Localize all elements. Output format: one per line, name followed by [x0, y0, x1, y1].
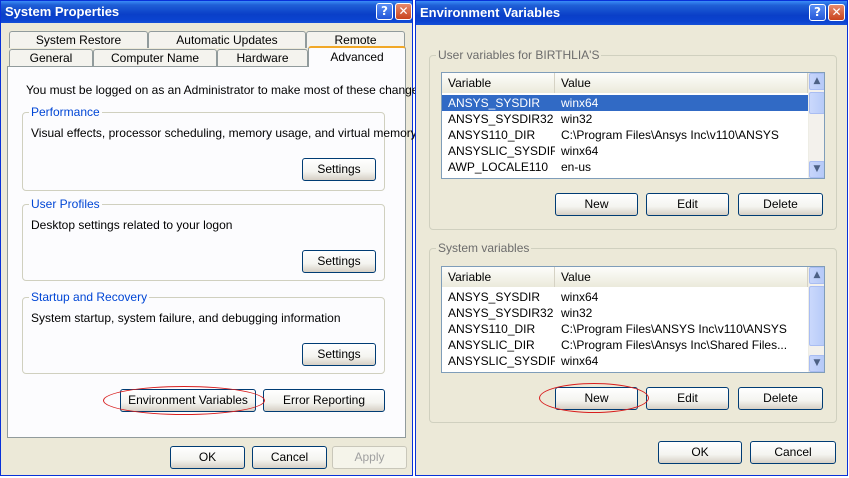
table-row[interactable]: AWP_LOCALE110 en-us: [442, 159, 808, 175]
user-profiles-description: Desktop settings related to your logon: [31, 218, 233, 232]
system-properties-title: System Properties: [5, 4, 120, 19]
variable-value-cell: C:\Program Files\Ansys Inc\v110\ANSYS: [561, 128, 779, 142]
user-profiles-label: User Profiles: [29, 197, 102, 211]
column-value[interactable]: Value: [555, 73, 808, 93]
tab-automatic-updates[interactable]: Automatic Updates: [148, 31, 306, 48]
variable-name-cell: ANSYSLIC_DIR: [448, 338, 535, 352]
system-variables-header: Variable Value: [442, 267, 808, 287]
user-variables-group: User variables for BIRTHLIA'S Variable V…: [429, 48, 837, 230]
variable-value-cell: winx64: [561, 354, 599, 368]
help-icon[interactable]: ?: [376, 3, 393, 20]
scroll-up-icon[interactable]: ▲: [809, 267, 824, 284]
advanced-tab-panel: You must be logged on as an Administrato…: [7, 66, 428, 438]
table-row[interactable]: ANSYS110_DIR C:\Program Files\Ansys Inc\v…: [442, 127, 808, 143]
tab-advanced[interactable]: Advanced: [308, 46, 406, 67]
variable-value-cell: win32: [561, 112, 593, 126]
error-reporting-button[interactable]: Error Reporting: [263, 389, 385, 412]
variable-name-cell: ANSYS_SYSDIR32: [448, 306, 554, 320]
variable-name-cell: ANSYSLIC_SYSDIR: [448, 144, 555, 158]
scroll-thumb[interactable]: [809, 92, 824, 114]
performance-label: Performance: [29, 105, 102, 119]
variable-name-cell: AWP_LOCALE110: [448, 160, 549, 174]
help-icon[interactable]: ?: [809, 4, 826, 21]
performance-group: Performance Visual effects, processor sc…: [22, 105, 417, 191]
variable-value-cell: winx64: [561, 144, 599, 158]
startup-recovery-label: Startup and Recovery: [29, 290, 150, 304]
column-variable[interactable]: Variable: [442, 267, 555, 287]
table-row[interactable]: ANSYS_SYSDIR32 win32: [442, 111, 808, 127]
system-variables-list[interactable]: Variable Value ANSYS_SYSDIR winx64 ANSYS_S…: [441, 266, 825, 373]
user-variables-label: User variables for BIRTHLIA'S: [436, 48, 602, 62]
table-row[interactable]: ANSYSLIC_DIR C:\Program Files\Ansys Inc\S…: [442, 337, 808, 353]
startup-recovery-description: System startup, system failure, and debu…: [31, 311, 341, 325]
system-edit-button[interactable]: Edit: [646, 387, 729, 410]
variable-value-cell: en-us: [561, 160, 592, 174]
environment-variables-button[interactable]: Environment Variables: [120, 389, 256, 412]
variable-name-cell: ANSYSLIC_SYSDIR: [448, 354, 555, 368]
variable-name-cell: ANSYS_SYSDIR32: [448, 112, 554, 126]
tab-general[interactable]: General: [9, 49, 93, 66]
startup-recovery-group: Startup and Recovery System startup, sys…: [22, 290, 385, 374]
column-value[interactable]: Value: [555, 267, 808, 287]
variable-name-cell: ANSYS_SYSDIR: [448, 290, 541, 304]
apply-button[interactable]: Apply: [332, 446, 407, 469]
user-profiles-group: User Profiles Desktop settings related t…: [22, 197, 385, 281]
variable-value-cell: winx64: [561, 290, 599, 304]
system-new-button[interactable]: New: [555, 387, 638, 410]
system-delete-button[interactable]: Delete: [738, 387, 823, 410]
variable-value-cell: winx64: [561, 96, 599, 110]
table-row[interactable]: ANSYS110_DIR C:\Program Files\ANSYS Inc\v…: [442, 321, 808, 337]
admin-notice: You must be logged on as an Administrato…: [26, 83, 428, 97]
environment-variables-titlebar[interactable]: Environment Variables: [416, 1, 847, 25]
tab-computer-name[interactable]: Computer Name: [93, 49, 217, 66]
user-profiles-settings-button[interactable]: Settings: [302, 250, 376, 273]
system-properties-cancel-button[interactable]: Cancel: [252, 446, 327, 469]
user-delete-button[interactable]: Delete: [738, 193, 823, 216]
variable-value-cell: win32: [561, 306, 593, 320]
close-icon[interactable]: ✕: [395, 3, 412, 20]
tab-system-restore[interactable]: System Restore: [9, 31, 148, 48]
variable-name-cell: ANSYS_SYSDIR: [448, 96, 541, 110]
environment-variables-ok-button[interactable]: OK: [658, 441, 742, 464]
tab-hardware[interactable]: Hardware: [217, 49, 308, 66]
environment-variables-title: Environment Variables: [420, 5, 561, 20]
environment-variables-window: Environment Variables ? ✕ User variables…: [415, 0, 848, 476]
system-properties-window: System Properties ? ✕ System Restore Aut…: [0, 0, 428, 476]
scroll-down-icon[interactable]: ▼: [809, 161, 824, 178]
user-variables-list[interactable]: Variable Value ANSYS_SYSDIR winx64 ANSYS_S…: [441, 72, 825, 179]
scroll-down-icon[interactable]: ▼: [809, 355, 824, 372]
table-row[interactable]: ANSYSLIC_SYSDIR winx64: [442, 353, 808, 369]
variable-name-cell: ANSYS110_DIR: [448, 322, 536, 336]
variable-value-cell: C:\Program Files\Ansys Inc\Shared Files.…: [561, 338, 788, 352]
table-row[interactable]: ANSYS_SYSDIR winx64: [442, 289, 808, 305]
column-variable[interactable]: Variable: [442, 73, 555, 93]
scroll-thumb[interactable]: [809, 286, 824, 346]
scroll-up-icon[interactable]: ▲: [809, 73, 824, 90]
user-edit-button[interactable]: Edit: [646, 193, 729, 216]
performance-description: Visual effects, processor scheduling, me…: [31, 126, 417, 140]
user-new-button[interactable]: New: [555, 193, 638, 216]
system-variables-scrollbar[interactable]: ▲ ▼: [808, 267, 824, 372]
performance-settings-button[interactable]: Settings: [302, 158, 376, 181]
system-properties-titlebar[interactable]: System Properties: [1, 1, 412, 23]
variable-name-cell: ANSYS110_DIR: [448, 128, 536, 142]
system-properties-ok-button[interactable]: OK: [170, 446, 245, 469]
system-variables-label: System variables: [436, 241, 532, 255]
startup-recovery-settings-button[interactable]: Settings: [302, 343, 376, 366]
user-variables-header: Variable Value: [442, 73, 808, 93]
table-row[interactable]: ANSYS_SYSDIR winx64: [442, 95, 808, 111]
table-row[interactable]: ANSYSLIC_SYSDIR winx64: [442, 143, 808, 159]
environment-variables-cancel-button[interactable]: Cancel: [750, 441, 836, 464]
system-variables-group: System variables Variable Value ANSYS_SY…: [429, 241, 837, 423]
close-icon[interactable]: ✕: [828, 4, 845, 21]
user-variables-scrollbar[interactable]: ▲ ▼: [808, 73, 824, 178]
table-row[interactable]: ANSYS_SYSDIR32 win32: [442, 305, 808, 321]
variable-value-cell: C:\Program Files\ANSYS Inc\v110\ANSYS: [561, 322, 787, 336]
